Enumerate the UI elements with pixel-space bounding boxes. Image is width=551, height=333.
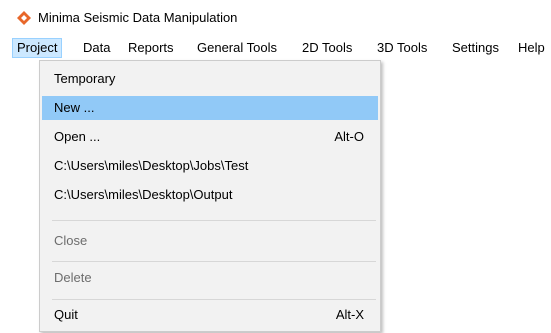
menu-2d-tools[interactable]: 2D Tools [302, 38, 352, 58]
menu-item-label: Delete [54, 270, 92, 285]
menu-item-label: Close [54, 233, 88, 248]
menu-item-open[interactable]: Open ... Alt-O [42, 125, 378, 149]
menu-item-label: Temporary [54, 71, 116, 86]
menu-item-quit[interactable]: Quit Alt-X [42, 303, 378, 327]
menu-item-label: New ... [54, 100, 95, 115]
menu-3d-tools[interactable]: 3D Tools [377, 38, 427, 58]
menu-item-label: C:\Users\miles\Desktop\Jobs\Test [54, 158, 249, 173]
menu-help[interactable]: Help [518, 38, 545, 58]
menu-item-delete: Delete [42, 266, 378, 290]
menu-separator [52, 220, 376, 221]
menu-item-recent-jobs-test[interactable]: C:\Users\miles\Desktop\Jobs\Test [42, 154, 378, 178]
menu-item-shortcut: Alt-O [334, 129, 364, 144]
menu-settings[interactable]: Settings [452, 38, 499, 58]
menu-item-recent-output[interactable]: C:\Users\miles\Desktop\Output [42, 183, 378, 207]
menu-separator [52, 261, 376, 262]
menu-project[interactable]: Project [12, 38, 63, 58]
title-bar: Minima Seismic Data Manipulation [0, 0, 551, 33]
minima-diamond-icon [17, 11, 31, 25]
menu-item-label: C:\Users\miles\Desktop\Output [54, 187, 233, 202]
menu-reports[interactable]: Reports [128, 38, 174, 58]
project-dropdown-menu: Temporary New ... Open ... Alt-O C:\User… [39, 60, 381, 332]
menu-item-close: Close [42, 229, 378, 253]
menu-general-tools[interactable]: General Tools [197, 38, 277, 58]
menu-separator [52, 299, 376, 300]
menu-data[interactable]: Data [83, 38, 110, 58]
menu-item-label: Quit [54, 307, 78, 322]
menu-bar: Project Data Reports General Tools 2D To… [0, 38, 551, 58]
window-title: Minima Seismic Data Manipulation [38, 10, 238, 25]
menu-item-shortcut: Alt-X [335, 307, 364, 322]
menu-item-label: Open ... [54, 129, 101, 144]
menu-item-new[interactable]: New ... [42, 96, 378, 120]
menu-item-temporary[interactable]: Temporary [42, 67, 378, 91]
